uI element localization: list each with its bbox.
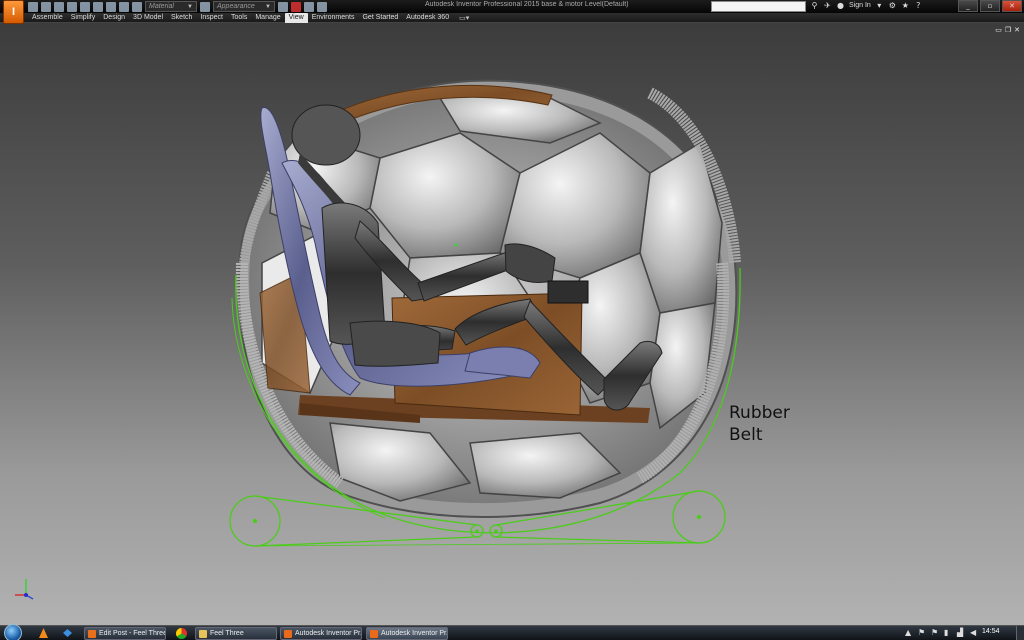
taskbar-task-3[interactable]: Autodesk Inventor Pr...: [280, 627, 362, 640]
restore-button[interactable]: ▫: [980, 0, 1000, 12]
help-search-input[interactable]: [711, 1, 806, 12]
application-menu-button[interactable]: I: [3, 0, 24, 24]
tab-inspect[interactable]: Inspect: [196, 13, 227, 23]
chrome-icon[interactable]: [176, 628, 187, 639]
inventor-icon: [284, 629, 292, 638]
qat-dropdown-icon[interactable]: [317, 1, 327, 12]
chevron-down-icon[interactable]: ▾: [875, 1, 884, 10]
home-icon[interactable]: [93, 1, 103, 12]
tab-simplify[interactable]: Simplify: [67, 13, 100, 23]
window-controls: _ ▫ ✕: [958, 0, 1022, 12]
redo-icon[interactable]: [80, 1, 90, 12]
tab-3d-model[interactable]: 3D Model: [129, 13, 167, 23]
windows-taskbar: Edit Post - Feel Three... Feel Three Autod…: [0, 624, 1024, 640]
appearance-combo[interactable]: Appearance ▼: [213, 1, 275, 12]
close-button[interactable]: ✕: [1002, 0, 1022, 12]
help-icon[interactable]: ?: [914, 1, 923, 10]
appearance-icon[interactable]: [200, 1, 210, 12]
taskbar-task-4[interactable]: Autodesk Inventor Pr...: [366, 627, 448, 640]
vlc-icon[interactable]: [38, 628, 49, 639]
minimize-button[interactable]: _: [958, 0, 978, 12]
parameters-icon[interactable]: [291, 1, 301, 12]
system-tray: ▲ ⚑ ⚑ ▮ ▟ ◀: [905, 628, 978, 637]
save-icon[interactable]: [54, 1, 64, 12]
inventor-icon: [370, 629, 378, 638]
taskbar-task-2[interactable]: Feel Three: [195, 627, 277, 640]
select-icon[interactable]: [106, 1, 116, 12]
search-icon[interactable]: ⚲: [810, 1, 819, 10]
tab-design[interactable]: Design: [99, 13, 129, 23]
tab-get-started[interactable]: Get Started: [358, 13, 402, 23]
dropbox-icon[interactable]: [62, 628, 73, 639]
annotation-line-2: Belt: [729, 425, 763, 445]
firefox-icon: [88, 629, 96, 638]
folder-icon: [199, 629, 207, 638]
chevron-down-icon: ▼: [265, 3, 271, 10]
network-icon[interactable]: ▮: [944, 628, 952, 637]
update-icon[interactable]: [119, 1, 129, 12]
tab-autodesk-360[interactable]: Autodesk 360: [402, 13, 453, 23]
measure-icon[interactable]: [304, 1, 314, 12]
favorites-icon[interactable]: ★: [901, 1, 910, 10]
infocenter-toolbar: ⚲ ✈ ● Sign In ▾ ⚙ ★ ?: [810, 1, 923, 10]
rubber-belt-annotation: Rubber Belt: [729, 402, 790, 446]
start-button[interactable]: [4, 624, 22, 640]
exchange-icon[interactable]: ⚙: [888, 1, 897, 10]
taskbar-task-label: Feel Three: [210, 630, 244, 637]
assembly-3d-scene[interactable]: [0, 23, 1024, 625]
title-bar: I Material ▼ Appearance ▼ Autodesk Inven…: [0, 0, 1024, 24]
tab-manage[interactable]: Manage: [251, 13, 284, 23]
color-wheel-icon[interactable]: [132, 1, 142, 12]
material-combo[interactable]: Material ▼: [145, 1, 197, 12]
taskbar-task-label: Edit Post - Feel Three...: [99, 630, 166, 637]
quick-access-toolbar: Material ▼ Appearance ▼: [28, 1, 327, 12]
chevron-down-icon: ▼: [187, 3, 193, 10]
annotation-line-1: Rubber: [729, 403, 790, 423]
show-desktop-button[interactable]: [1016, 626, 1024, 640]
taskbar-task-label: Autodesk Inventor Pr...: [295, 630, 362, 637]
ribbon-tabs: Assemble Simplify Design 3D Model Sketch Insp…: [28, 13, 475, 23]
taskbar-task-1[interactable]: Edit Post - Feel Three...: [84, 627, 166, 640]
ribbon-tab-bar: Assemble Simplify Design 3D Model Sketch Insp…: [0, 13, 1024, 23]
flag-icon[interactable]: ⚑: [918, 628, 926, 637]
appearance-combo-text: Appearance: [217, 3, 255, 10]
new-file-icon[interactable]: [28, 1, 38, 12]
tray-up-arrow-icon[interactable]: ▲: [905, 628, 913, 637]
volume-icon[interactable]: ◀: [970, 628, 978, 637]
communication-icon[interactable]: ✈: [823, 1, 832, 10]
app-button-label: I: [11, 6, 16, 18]
material-combo-text: Material: [149, 3, 174, 10]
tab-tools[interactable]: Tools: [227, 13, 251, 23]
open-file-icon[interactable]: [41, 1, 51, 12]
sign-in-link[interactable]: Sign In: [849, 2, 871, 9]
coordinate-triad: [15, 579, 34, 600]
taskbar-task-label: Autodesk Inventor Pr...: [381, 630, 448, 637]
tab-assemble[interactable]: Assemble: [28, 13, 67, 23]
undo-icon[interactable]: [67, 1, 77, 12]
signal-icon[interactable]: ▟: [957, 628, 965, 637]
taskbar-clock[interactable]: 14:54: [982, 628, 1000, 635]
flag-icon[interactable]: ⚑: [931, 628, 939, 637]
tab-view[interactable]: View: [284, 13, 308, 23]
user-icon: ●: [837, 1, 844, 10]
window-title: Autodesk Inventor Professional 2015 base…: [425, 1, 629, 8]
ribbon-options-icon[interactable]: ▭▾: [453, 13, 475, 23]
graphics-viewport[interactable]: ▭ ❐ ✕ Rubber Belt: [0, 23, 1024, 625]
tab-sketch[interactable]: Sketch: [167, 13, 196, 23]
clear-appearance-icon[interactable]: [278, 1, 288, 12]
tab-environments[interactable]: Environments: [308, 13, 359, 23]
